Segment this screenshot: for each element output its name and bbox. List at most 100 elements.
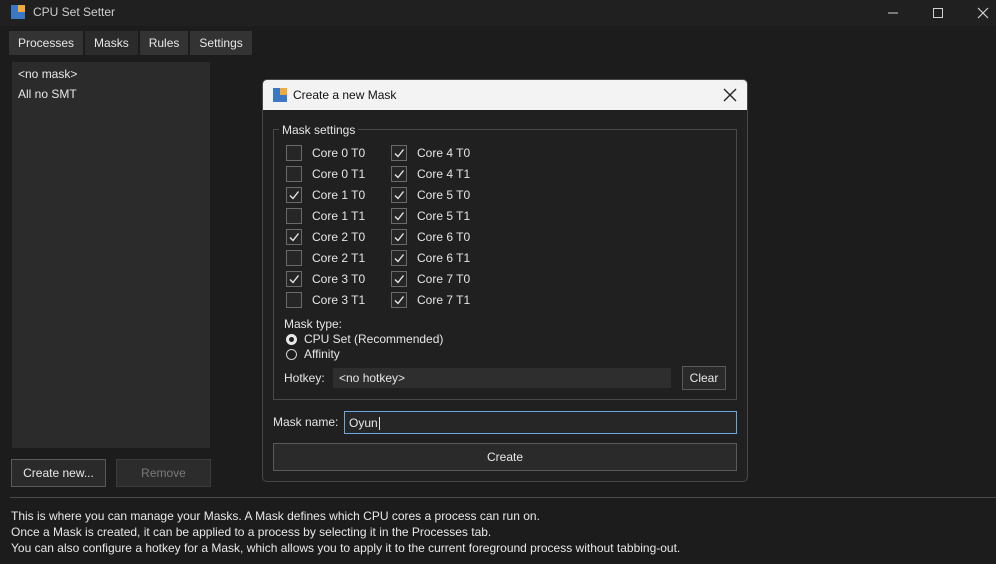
close-button[interactable] xyxy=(960,0,996,26)
core-checkbox-row[interactable]: Core 5 T1 xyxy=(391,207,470,225)
checkmark-icon xyxy=(394,212,405,221)
checkmark-icon xyxy=(394,149,405,158)
checkbox-label: Core 5 T0 xyxy=(417,188,471,202)
group-title: Mask settings xyxy=(279,123,359,137)
maximize-icon xyxy=(933,8,943,18)
list-item[interactable]: All no SMT xyxy=(18,87,77,101)
checkbox-label: Core 5 T1 xyxy=(417,209,471,223)
checkbox[interactable] xyxy=(391,166,407,182)
core-checkbox-row[interactable]: Core 2 T1 xyxy=(286,249,365,267)
checkbox-label: Core 1 T1 xyxy=(312,209,366,223)
close-icon[interactable] xyxy=(721,86,739,104)
core-checkbox-row[interactable]: Core 1 T1 xyxy=(286,207,365,225)
checkmark-icon xyxy=(394,191,405,200)
checkmark-icon xyxy=(289,191,300,200)
radio-label: Affinity xyxy=(304,347,340,361)
radio-button[interactable] xyxy=(286,333,297,345)
checkbox[interactable] xyxy=(286,271,302,287)
hotkey-label: Hotkey: xyxy=(284,371,325,385)
core-checkbox-row[interactable]: Core 0 T0 xyxy=(286,144,365,162)
core-checkbox-row[interactable]: Core 7 T1 xyxy=(391,291,470,309)
tab-processes[interactable]: Processes xyxy=(9,31,84,55)
checkbox[interactable] xyxy=(286,145,302,161)
core-checkbox-row[interactable]: Core 7 T0 xyxy=(391,270,470,288)
clear-button[interactable]: Clear xyxy=(682,366,726,390)
radio-affinity[interactable]: Affinity xyxy=(286,347,340,361)
dialog-title-bar: Create a new Mask xyxy=(263,80,747,110)
window-title: CPU Set Setter xyxy=(33,5,116,19)
checkbox-label: Core 3 T0 xyxy=(312,272,366,286)
checkmark-icon xyxy=(394,296,405,305)
checkmark-icon xyxy=(394,233,405,242)
core-checkbox-row[interactable]: Core 1 T0 xyxy=(286,186,365,204)
dialog-title: Create a new Mask xyxy=(293,88,397,102)
core-checkbox-row[interactable]: Core 2 T0 xyxy=(286,228,365,246)
create-new-button[interactable]: Create new... xyxy=(11,459,106,487)
core-checkbox-row[interactable]: Core 5 T0 xyxy=(391,186,470,204)
title-bar: CPU Set Setter xyxy=(0,0,996,26)
checkbox[interactable] xyxy=(286,229,302,245)
checkbox-label: Core 6 T0 xyxy=(417,230,471,244)
checkbox-label: Core 6 T1 xyxy=(417,251,471,265)
checkbox-label: Core 0 T1 xyxy=(312,167,366,181)
maximize-button[interactable] xyxy=(915,0,961,26)
checkbox-label: Core 7 T0 xyxy=(417,272,471,286)
core-checkbox-row[interactable]: Core 6 T1 xyxy=(391,249,470,267)
app-icon xyxy=(273,88,287,102)
tab-masks[interactable]: Masks xyxy=(85,31,138,55)
core-checkbox-row[interactable]: Core 6 T0 xyxy=(391,228,470,246)
checkbox[interactable] xyxy=(286,166,302,182)
checkmark-icon xyxy=(394,254,405,263)
checkbox[interactable] xyxy=(286,208,302,224)
checkbox-label: Core 7 T1 xyxy=(417,293,471,307)
core-checkbox-row[interactable]: Core 0 T1 xyxy=(286,165,365,183)
checkmark-icon xyxy=(289,275,300,284)
app-icon xyxy=(11,5,25,19)
checkbox[interactable] xyxy=(391,208,407,224)
tab-bar: Processes Masks Rules Settings xyxy=(9,31,252,55)
checkbox-label: Core 4 T1 xyxy=(417,167,471,181)
checkbox[interactable] xyxy=(391,145,407,161)
close-icon xyxy=(977,7,989,19)
minimize-icon xyxy=(888,12,898,14)
checkbox-label: Core 3 T1 xyxy=(312,293,366,307)
info-text: You can also configure a hotkey for a Ma… xyxy=(11,541,681,555)
radio-label: CPU Set (Recommended) xyxy=(304,332,444,346)
hotkey-field[interactable]: <no hotkey> xyxy=(333,368,671,388)
tab-settings[interactable]: Settings xyxy=(190,31,252,55)
checkbox[interactable] xyxy=(286,292,302,308)
create-button[interactable]: Create xyxy=(273,443,737,471)
remove-button[interactable]: Remove xyxy=(116,459,211,487)
mask-name-input[interactable]: Oyun xyxy=(344,411,737,434)
checkmark-icon xyxy=(394,170,405,179)
checkbox[interactable] xyxy=(391,250,407,266)
info-text: Once a Mask is created, it can be applie… xyxy=(11,525,492,539)
core-checkbox-row[interactable]: Core 4 T0 xyxy=(391,144,470,162)
checkbox[interactable] xyxy=(391,229,407,245)
checkbox-label: Core 2 T0 xyxy=(312,230,366,244)
checkbox[interactable] xyxy=(391,187,407,203)
checkmark-icon xyxy=(289,233,300,242)
info-text: This is where you can manage your Masks.… xyxy=(11,509,540,523)
core-checkbox-row[interactable]: Core 3 T1 xyxy=(286,291,365,309)
checkbox-label: Core 2 T1 xyxy=(312,251,366,265)
core-checkbox-row[interactable]: Core 3 T0 xyxy=(286,270,365,288)
tab-rules[interactable]: Rules xyxy=(139,31,189,55)
minimize-button[interactable] xyxy=(870,0,916,26)
radio-button[interactable] xyxy=(286,348,297,360)
checkbox[interactable] xyxy=(391,271,407,287)
divider xyxy=(10,497,996,498)
checkbox[interactable] xyxy=(286,187,302,203)
checkbox[interactable] xyxy=(286,250,302,266)
text-caret xyxy=(378,417,380,431)
mask-name-value: Oyun xyxy=(349,416,378,430)
checkbox-label: Core 0 T0 xyxy=(312,146,366,160)
checkbox-label: Core 4 T0 xyxy=(417,146,471,160)
list-item[interactable]: <no mask> xyxy=(18,67,77,81)
core-checkbox-row[interactable]: Core 4 T1 xyxy=(391,165,470,183)
mask-list[interactable]: <no mask> All no SMT xyxy=(12,62,210,448)
checkmark-icon xyxy=(394,275,405,284)
checkbox-label: Core 1 T0 xyxy=(312,188,366,202)
radio-cpu-set[interactable]: CPU Set (Recommended) xyxy=(286,332,443,346)
checkbox[interactable] xyxy=(391,292,407,308)
